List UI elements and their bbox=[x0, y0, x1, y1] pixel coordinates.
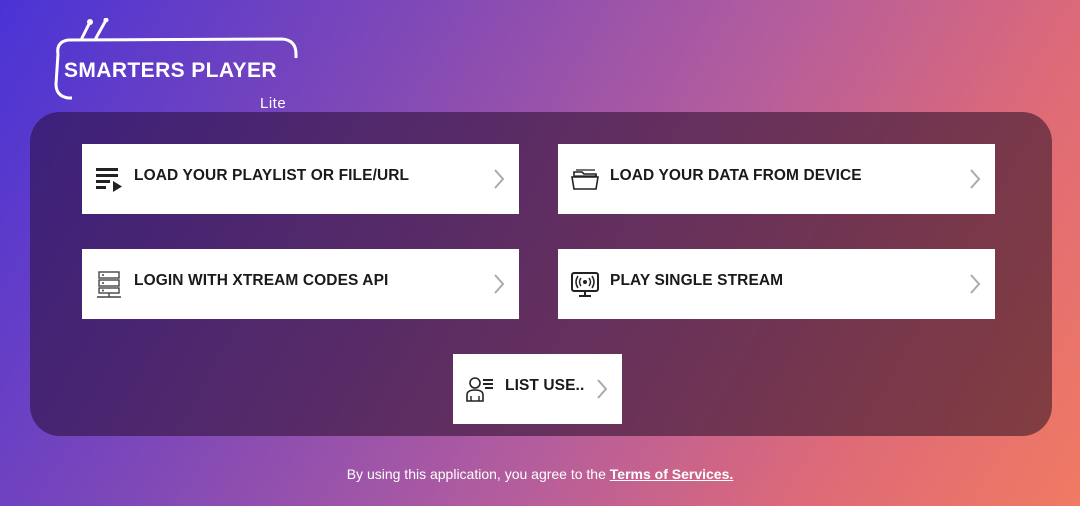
playlist-icon bbox=[94, 164, 124, 194]
folder-icon bbox=[570, 164, 600, 194]
terms-footer: By using this application, you agree to … bbox=[0, 466, 1080, 482]
list-users-label: LIST USE.. bbox=[505, 377, 585, 394]
load-device-data-label: LOAD YOUR DATA FROM DEVICE bbox=[610, 167, 862, 184]
load-playlist-button[interactable]: LOAD YOUR PLAYLIST OR FILE/URL bbox=[82, 144, 519, 214]
chevron-right-icon bbox=[596, 378, 608, 405]
play-single-stream-label: PLAY SINGLE STREAM bbox=[610, 272, 784, 289]
terms-link[interactable]: Terms of Services. bbox=[610, 466, 733, 482]
app-logo: SMARTERS PLAYER Lite bbox=[52, 18, 302, 112]
logo-subtitle: Lite bbox=[260, 95, 287, 112]
list-users-button[interactable]: LIST USE.. bbox=[453, 354, 622, 424]
xtream-login-button[interactable]: LOGIN WITH XTREAM CODES API bbox=[82, 249, 519, 319]
load-device-data-button[interactable]: LOAD YOUR DATA FROM DEVICE bbox=[558, 144, 995, 214]
chevron-right-icon bbox=[493, 168, 505, 195]
chevron-right-icon bbox=[493, 273, 505, 300]
chevron-right-icon bbox=[969, 273, 981, 300]
terms-text: By using this application, you agree to … bbox=[346, 466, 610, 482]
user-list-icon bbox=[465, 374, 495, 404]
play-single-stream-button[interactable]: PLAY SINGLE STREAM bbox=[558, 249, 995, 319]
server-icon bbox=[94, 269, 124, 299]
logo-title: SMARTERS PLAYER bbox=[64, 59, 277, 82]
load-playlist-label: LOAD YOUR PLAYLIST OR FILE/URL bbox=[134, 167, 410, 184]
chevron-right-icon bbox=[969, 168, 981, 195]
xtream-login-label: LOGIN WITH XTREAM CODES API bbox=[134, 272, 389, 289]
stream-icon bbox=[570, 269, 600, 299]
